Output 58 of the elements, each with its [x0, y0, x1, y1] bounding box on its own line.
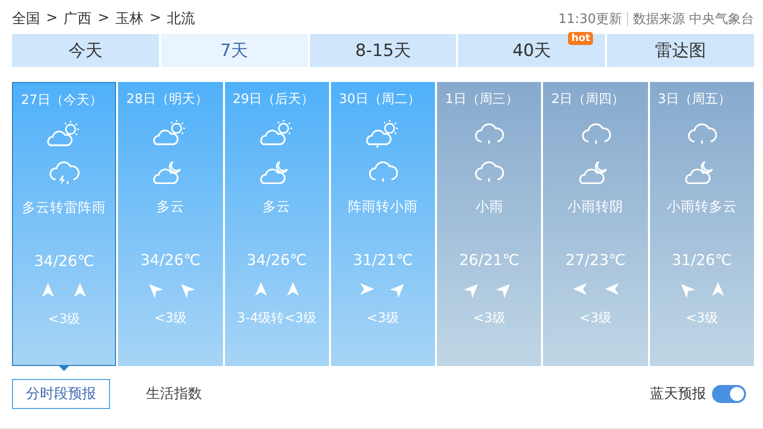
temperature-text: 31/26℃: [672, 251, 732, 269]
wind-arrow-icon: [73, 282, 88, 298]
sub-tab[interactable]: 分时段预报: [12, 379, 110, 409]
day-date: 27日（今天）: [21, 92, 103, 109]
wind-arrow-icon: [286, 281, 300, 297]
wind-arrow-icon: [710, 281, 725, 297]
day-date: 30日（周二）: [338, 91, 420, 108]
temperature-text: 34/26℃: [34, 252, 94, 270]
cloud-sun-icon: [258, 118, 295, 148]
day-date: 29日（后天）: [232, 91, 314, 108]
forecast-tab[interactable]: 今天: [12, 34, 159, 67]
sun-rain-icon: [365, 118, 401, 148]
wind-level: 3-4级转<3级: [237, 310, 316, 327]
weather-text: 多云: [156, 198, 184, 216]
wind-arrow-icon: [604, 282, 620, 296]
breadcrumb-link[interactable]: 玉林: [115, 10, 144, 28]
breadcrumb-separator: >: [149, 10, 162, 28]
hot-badge: hot: [568, 32, 594, 45]
breadcrumb-link[interactable]: 广西: [64, 10, 92, 28]
day-date: 28日（明天）: [126, 91, 208, 108]
temperature-text: 26/21℃: [459, 251, 520, 269]
wind-arrow-icon: [41, 282, 56, 298]
sub-tab[interactable]: 生活指数: [132, 379, 216, 409]
temperature-text: 34/26℃: [140, 251, 200, 269]
toggle-switch[interactable]: [712, 385, 746, 403]
wind-level: <3级: [366, 310, 400, 327]
weather-text: 多云: [262, 198, 291, 216]
update-time: 11:30更新: [558, 11, 622, 28]
wind-arrow-icon: [359, 282, 375, 296]
wind-arrow-icon: [254, 281, 268, 297]
wind-level: <3级: [473, 310, 506, 327]
wind-arrow-icon: [572, 282, 588, 296]
wind-level: <3级: [579, 310, 612, 327]
pointer-icon: [58, 365, 70, 371]
breadcrumb-separator: >: [98, 10, 110, 28]
breadcrumb-link[interactable]: 全国: [12, 10, 40, 28]
wind-level: <3级: [48, 311, 80, 328]
forecast-tab[interactable]: 雷达图: [607, 34, 754, 67]
forecast-option-label: 蓝天预报: [650, 385, 706, 403]
forecast-tab[interactable]: 7天: [160, 34, 308, 67]
forecast-tab[interactable]: 8-15天: [310, 34, 456, 67]
weather-text: 小雨转多云: [666, 198, 737, 216]
day-date: 2日（周四）: [551, 91, 625, 108]
breadcrumb-separator: >: [46, 10, 58, 28]
temperature-text: 31/21℃: [352, 251, 414, 269]
temperature-text: 34/26℃: [246, 251, 307, 269]
day-date: 1日（周三）: [445, 91, 518, 108]
weather-text: 多云转雷阵雨: [22, 199, 106, 217]
weather-text: 小雨转阴: [568, 198, 624, 216]
weather-text: 阵雨转小雨: [348, 198, 418, 216]
forecast-tab[interactable]: 40天 hot: [458, 34, 606, 67]
day-date: 3日（周五）: [658, 91, 731, 108]
temperature-text: 27/23℃: [566, 251, 626, 269]
wind-level: <3级: [154, 310, 187, 327]
wind-level: <3级: [686, 310, 718, 327]
data-source: 数据来源 中央气象台: [632, 11, 754, 28]
breadcrumb-link[interactable]: 北流: [167, 10, 196, 28]
weather-text: 小雨: [475, 198, 504, 216]
